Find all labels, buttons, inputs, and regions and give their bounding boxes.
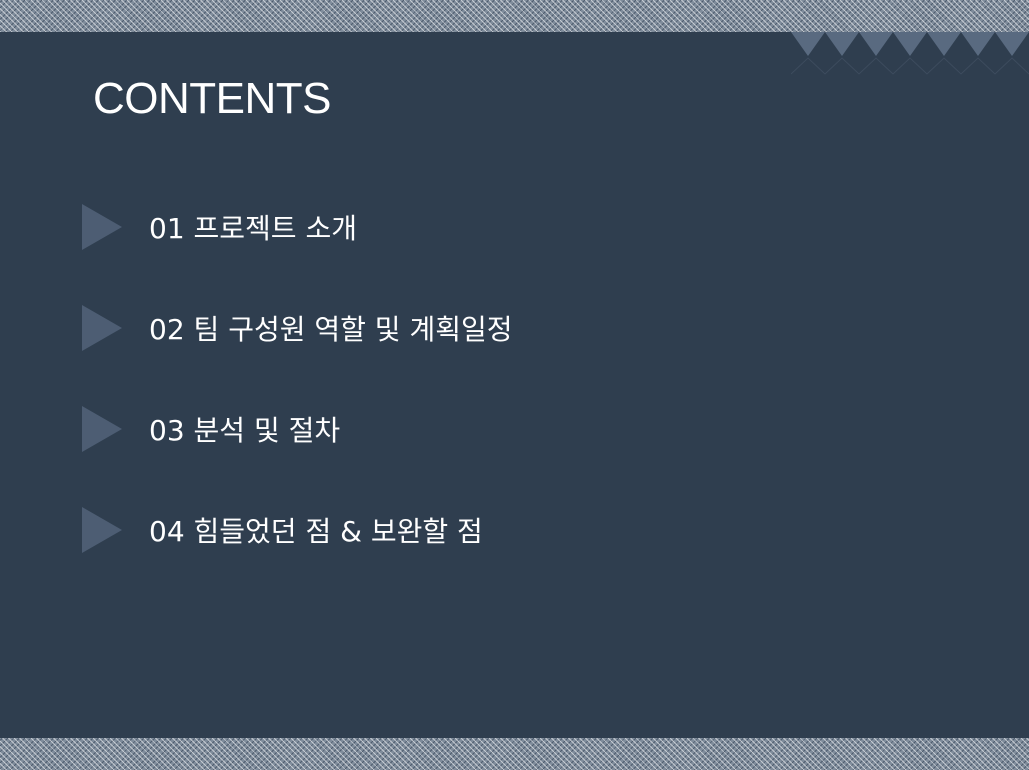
toc-item-label: 04 힘들었던 점 & 보완할 점 (149, 515, 483, 548)
table-of-contents: 01 프로젝트 소개 02 팀 구성원 역할 및 계획일정 03 분석 및 절차… (82, 204, 513, 608)
toc-item-2[interactable]: 02 팀 구성원 역할 및 계획일정 (82, 305, 513, 351)
top-pattern-band (0, 0, 1029, 32)
toc-item-3[interactable]: 03 분석 및 절차 (82, 406, 513, 452)
triangle-right-icon (82, 507, 122, 553)
toc-item-label: 02 팀 구성원 역할 및 계획일정 (149, 313, 513, 346)
toc-item-4[interactable]: 04 힘들었던 점 & 보완할 점 (82, 507, 513, 553)
page-title: CONTENTS (93, 74, 332, 123)
toc-item-label: 01 프로젝트 소개 (149, 212, 357, 245)
bottom-pattern-band (0, 738, 1029, 770)
toc-item-1[interactable]: 01 프로젝트 소개 (82, 204, 513, 250)
slide: CONTENTS 01 프로젝트 소개 02 팀 구성원 역할 및 계획일정 0… (0, 0, 1029, 770)
toc-item-label: 03 분석 및 절차 (149, 414, 341, 447)
triangle-pattern-icon (791, 32, 1029, 75)
triangle-right-icon (82, 204, 122, 250)
triangle-right-icon (82, 406, 122, 452)
triangle-right-icon (82, 305, 122, 351)
